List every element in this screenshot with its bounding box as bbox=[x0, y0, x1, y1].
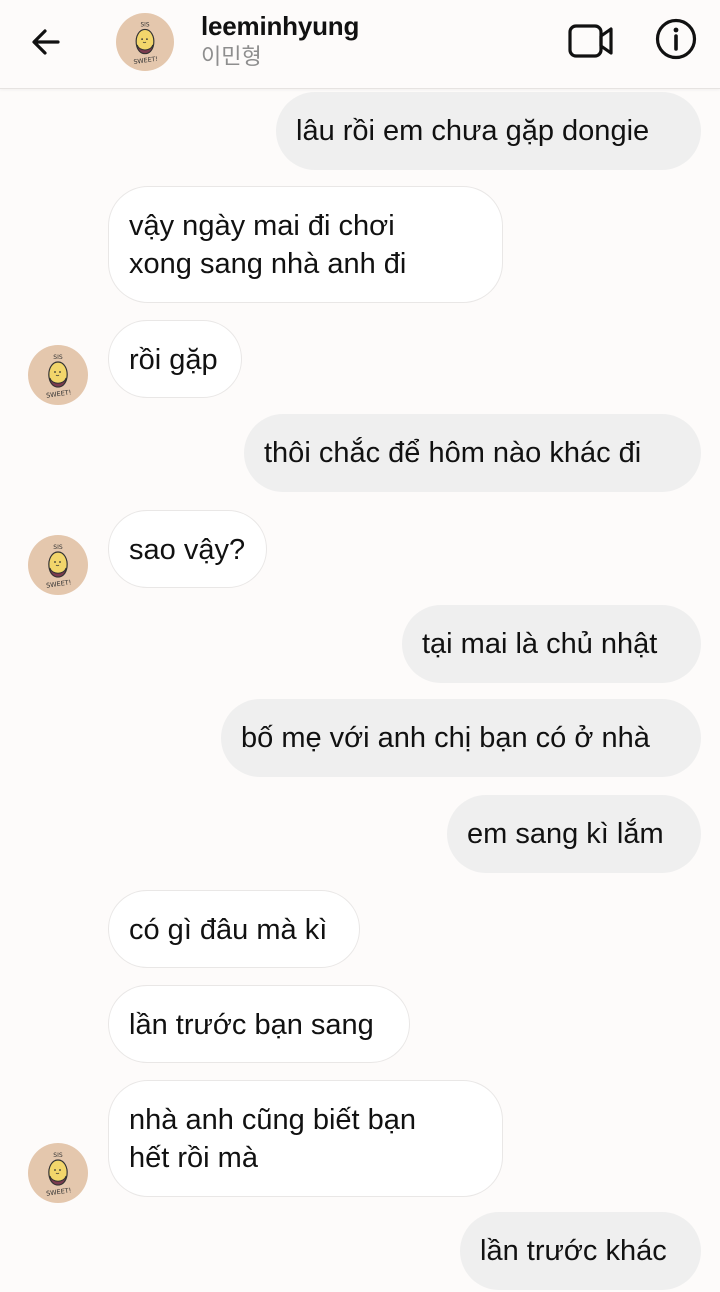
message-bubble-outgoing[interactable]: em sang kì lắm bbox=[447, 795, 701, 873]
message-bubble-outgoing[interactable]: thôi chắc để hôm nào khác đi bbox=[244, 414, 701, 492]
message-bubble-outgoing[interactable]: lần trước khác bbox=[460, 1212, 701, 1290]
info-icon bbox=[655, 18, 697, 60]
message-text: tại mai là chủ nhật bbox=[422, 628, 658, 660]
info-button[interactable] bbox=[653, 16, 699, 62]
avatar[interactable] bbox=[116, 13, 174, 71]
message-text: em sang kì lắm bbox=[467, 818, 664, 850]
avatar[interactable] bbox=[28, 535, 88, 595]
message-bubble-outgoing[interactable]: bố mẹ với anh chị bạn có ở nhà bbox=[221, 699, 701, 777]
message-thread[interactable]: lâu rồi em chưa gặp dongie vậy ngày mai … bbox=[0, 0, 720, 1292]
message-text: nhà anh cũng biết bạn bbox=[129, 1104, 417, 1136]
message-text: có gì đâu mà kì bbox=[129, 914, 328, 946]
message-text: sao vậy? bbox=[129, 534, 246, 566]
arrow-left-icon bbox=[32, 29, 60, 55]
chat-header: leeminhyung 이민형 bbox=[0, 0, 720, 89]
message-bubble-outgoing[interactable]: tại mai là chủ nhật bbox=[402, 605, 701, 683]
message-text: bố mẹ với anh chị bạn có ở nhà bbox=[241, 722, 650, 754]
message-text: lần trước bạn sang bbox=[129, 1009, 374, 1041]
message-text: rồi gặp bbox=[129, 344, 218, 376]
message-text: lần trước khác bbox=[480, 1235, 667, 1267]
username: leeminhyung bbox=[201, 11, 360, 41]
message-text: xong sang nhà anh đi bbox=[129, 248, 407, 280]
avatar[interactable] bbox=[28, 345, 88, 405]
back-button[interactable] bbox=[22, 18, 70, 66]
message-bubble-incoming[interactable]: nhà anh cũng biết bạn hết rồi mà bbox=[108, 1080, 503, 1197]
message-bubble-incoming[interactable]: lần trước bạn sang bbox=[108, 985, 410, 1063]
message-bubble-incoming[interactable]: vậy ngày mai đi chơi xong sang nhà anh đ… bbox=[108, 186, 503, 303]
message-bubble-incoming[interactable]: sao vậy? bbox=[108, 510, 267, 588]
message-bubble-outgoing[interactable]: lâu rồi em chưa gặp dongie bbox=[276, 92, 701, 170]
display-name: 이민형 bbox=[201, 44, 262, 69]
video-camera-icon bbox=[568, 24, 613, 58]
message-text: hết rồi mà bbox=[129, 1142, 258, 1174]
avatar[interactable] bbox=[28, 1143, 88, 1203]
message-text: thôi chắc để hôm nào khác đi bbox=[264, 437, 642, 469]
message-text: lâu rồi em chưa gặp dongie bbox=[296, 115, 650, 147]
message-bubble-incoming[interactable]: rồi gặp bbox=[108, 320, 242, 398]
message-text: vậy ngày mai đi chơi bbox=[129, 210, 395, 242]
video-call-button[interactable] bbox=[566, 20, 616, 62]
conversation-title[interactable]: leeminhyung 이민형 bbox=[201, 9, 359, 71]
message-bubble-incoming[interactable]: có gì đâu mà kì bbox=[108, 890, 360, 968]
